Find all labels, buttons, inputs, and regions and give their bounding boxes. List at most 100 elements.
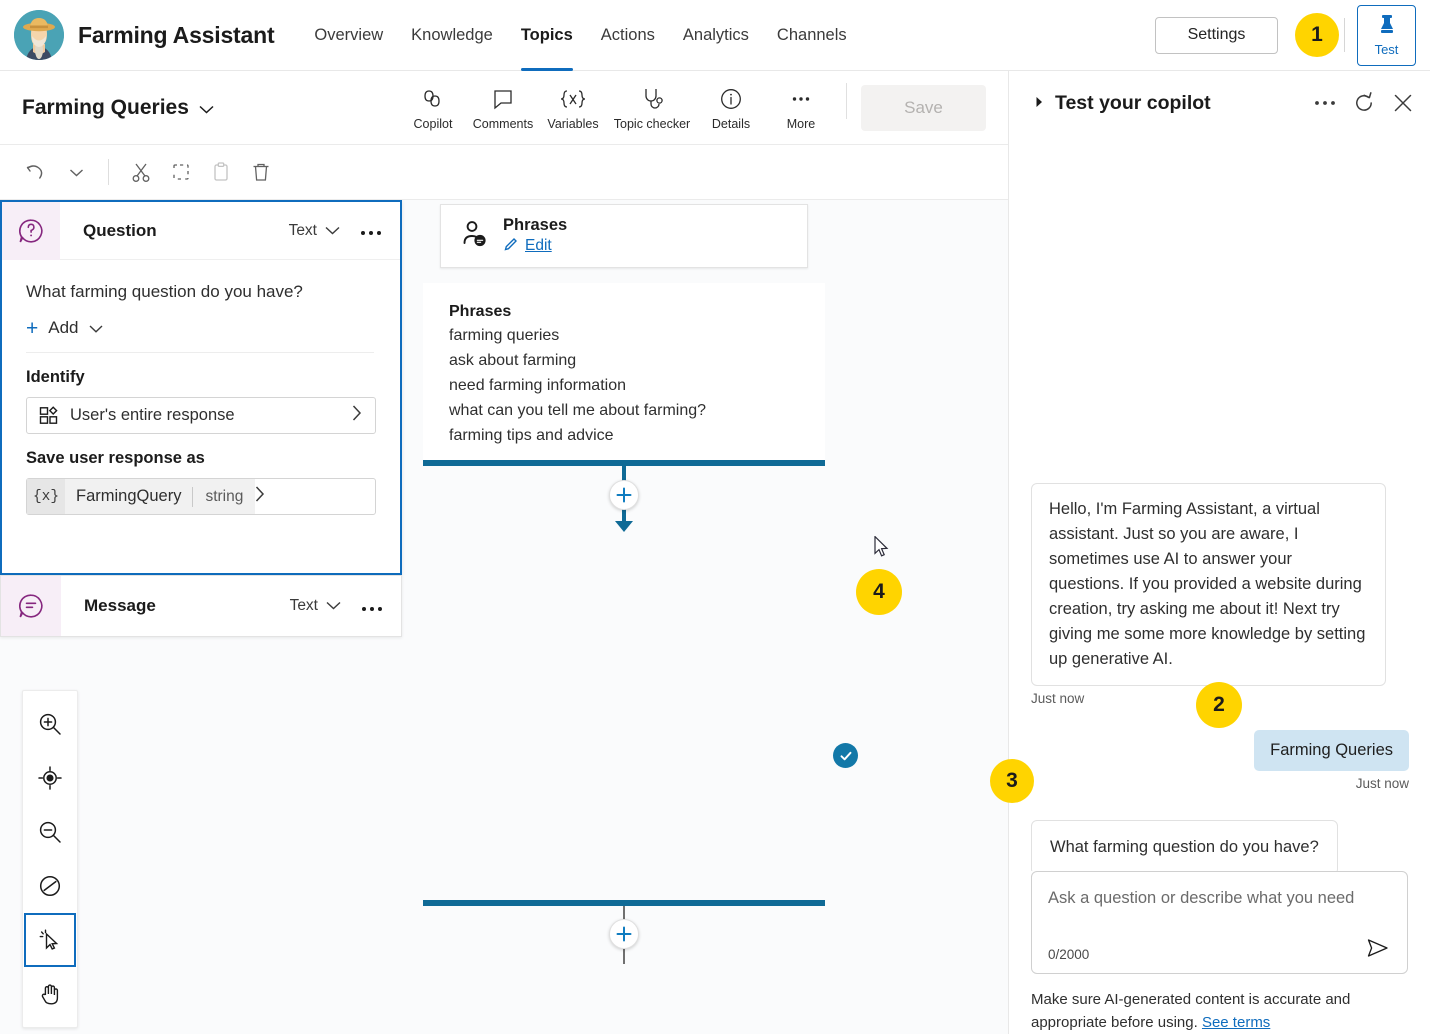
question-prompt-text[interactable]: What farming question do you have? — [26, 282, 376, 302]
nav-item-knowledge[interactable]: Knowledge — [397, 0, 507, 71]
details-tool-label: Details — [712, 117, 750, 131]
toolbar-separator — [108, 159, 109, 185]
zoom-out-icon[interactable] — [24, 805, 76, 859]
copy-button[interactable] — [163, 155, 199, 189]
annotation-marker-2: 2 — [1196, 682, 1242, 728]
edit-toolbar — [0, 145, 1008, 200]
command-tools: Copilot Comments Variabl — [398, 83, 1008, 133]
message-type-label: Text — [290, 597, 318, 615]
phrase-item: need farming information — [449, 373, 825, 398]
nav-item-actions[interactable]: Actions — [587, 0, 669, 71]
pencil-icon — [503, 236, 519, 257]
trigger-title: Phrases — [503, 216, 567, 235]
undo-button[interactable] — [18, 155, 54, 189]
add-node-button[interactable] — [609, 919, 639, 949]
nav-item-topics[interactable]: Topics — [507, 0, 587, 71]
see-terms-link[interactable]: See terms — [1202, 1014, 1270, 1031]
user-message-row: Farming Queries — [1031, 730, 1409, 771]
canvas-zoom-palette — [22, 690, 78, 1028]
question-icon — [2, 202, 60, 260]
message-node-menu-button[interactable] — [361, 601, 383, 612]
save-response-label: Save user response as — [26, 449, 376, 468]
more-tool[interactable]: More — [766, 86, 836, 133]
message-timestamp: Just now — [1031, 776, 1409, 791]
chat-input-box[interactable]: Ask a question or describe what you need… — [1031, 871, 1408, 974]
nav-item-overview[interactable]: Overview — [300, 0, 397, 71]
test-panel-header: Test your copilot — [1009, 71, 1430, 135]
save-response-variable-field[interactable]: {x} FarmingQuery string — [26, 478, 376, 515]
test-button-label: Test — [1375, 42, 1399, 57]
trigger-edit-link[interactable]: Edit — [503, 236, 567, 257]
copilot-tool[interactable]: Copilot — [398, 86, 468, 133]
trigger-phrases-card[interactable]: Phrases Edit — [440, 204, 808, 268]
add-node-button[interactable] — [609, 480, 639, 510]
test-beaker-icon — [1377, 13, 1397, 40]
send-icon[interactable] — [1363, 933, 1393, 963]
chat-message-bot: What farming question do you have? Just … — [1031, 820, 1409, 871]
paste-button[interactable] — [203, 155, 239, 189]
test-panel-title: Test your copilot — [1055, 92, 1211, 115]
question-node-title: Question — [83, 221, 157, 241]
chevron-right-icon — [352, 405, 362, 426]
phrase-item: farming queries — [449, 323, 825, 348]
phrases-heading: Phrases — [449, 303, 825, 321]
close-icon[interactable] — [1390, 90, 1416, 116]
cut-button[interactable] — [123, 155, 159, 189]
topbar-actions: Settings Test — [1155, 0, 1430, 71]
nav-item-analytics[interactable]: Analytics — [669, 0, 763, 71]
details-tool[interactable]: Details — [696, 86, 766, 133]
comments-tool[interactable]: Comments — [468, 86, 538, 133]
refresh-icon[interactable] — [1351, 90, 1377, 116]
question-node[interactable]: Question Text What farming question do y… — [0, 200, 402, 575]
chevron-down-icon — [326, 597, 341, 615]
test-panel-menu-icon[interactable] — [1312, 90, 1338, 116]
annotation-marker-4: 4 — [856, 569, 902, 615]
message-type-dropdown[interactable]: Text — [290, 597, 341, 615]
nav-item-channels[interactable]: Channels — [763, 0, 861, 71]
avatar — [14, 10, 64, 60]
test-composer-wrapper: Ask a question or describe what you need… — [1009, 871, 1430, 974]
undo-dropdown-button[interactable] — [58, 155, 94, 189]
chat-message-bot: Hello, I'm Farming Assistant, a virtual … — [1031, 483, 1409, 706]
variable-braces-icon: {x} — [27, 479, 65, 514]
trigger-edit-label: Edit — [525, 237, 552, 255]
topbar-divider — [1344, 18, 1345, 52]
variables-tool[interactable]: Variables — [538, 86, 608, 133]
save-button[interactable]: Save — [861, 85, 986, 131]
question-node-menu-button[interactable] — [360, 225, 382, 236]
more-tool-label: More — [787, 117, 815, 131]
fit-to-screen-icon[interactable] — [24, 751, 76, 805]
chevron-down-icon — [199, 96, 214, 120]
message-node-title: Message — [84, 596, 156, 616]
identify-entity-field[interactable]: User's entire response — [26, 397, 376, 434]
pointer-select-icon[interactable] — [24, 913, 76, 967]
settings-button[interactable]: Settings — [1155, 17, 1278, 54]
pan-hand-icon[interactable] — [24, 967, 76, 1021]
zoom-in-icon[interactable] — [24, 697, 76, 751]
plus-icon: + — [26, 320, 38, 337]
add-response-option-button[interactable]: + Add — [26, 318, 374, 353]
trigger-person-icon — [459, 219, 489, 254]
variable-chip: {x} FarmingQuery string — [27, 479, 255, 514]
farmer-avatar-icon — [14, 10, 64, 60]
annotation-marker-1: 1 — [1295, 13, 1339, 57]
topic-name-dropdown[interactable]: Farming Queries — [22, 96, 214, 120]
user-message-text: Farming Queries — [1254, 730, 1409, 771]
chat-input-placeholder: Ask a question or describe what you need — [1048, 886, 1358, 910]
reset-zoom-icon[interactable] — [24, 859, 76, 913]
variables-icon — [558, 86, 588, 112]
test-button[interactable]: Test — [1357, 5, 1416, 66]
topic-checker-tool[interactable]: Topic checker — [608, 86, 696, 133]
delete-button[interactable] — [243, 155, 279, 189]
phrase-item: what can you tell me about farming? — [449, 398, 825, 423]
char-counter: 0/2000 — [1048, 947, 1089, 962]
topic-authoring-canvas[interactable]: Phrases Edit Phrases farming queries ask… — [0, 200, 1008, 1034]
expand-caret-icon[interactable] — [1035, 96, 1049, 111]
copilot-tool-label: Copilot — [414, 117, 453, 131]
variables-tool-label: Variables — [547, 117, 598, 131]
question-type-dropdown[interactable]: Text — [289, 222, 340, 240]
ai-disclaimer: Make sure AI-generated content is accura… — [1009, 974, 1430, 1034]
comment-icon — [491, 86, 515, 112]
variable-name: FarmingQuery — [65, 487, 192, 506]
message-node[interactable]: Message Text — [0, 575, 402, 637]
